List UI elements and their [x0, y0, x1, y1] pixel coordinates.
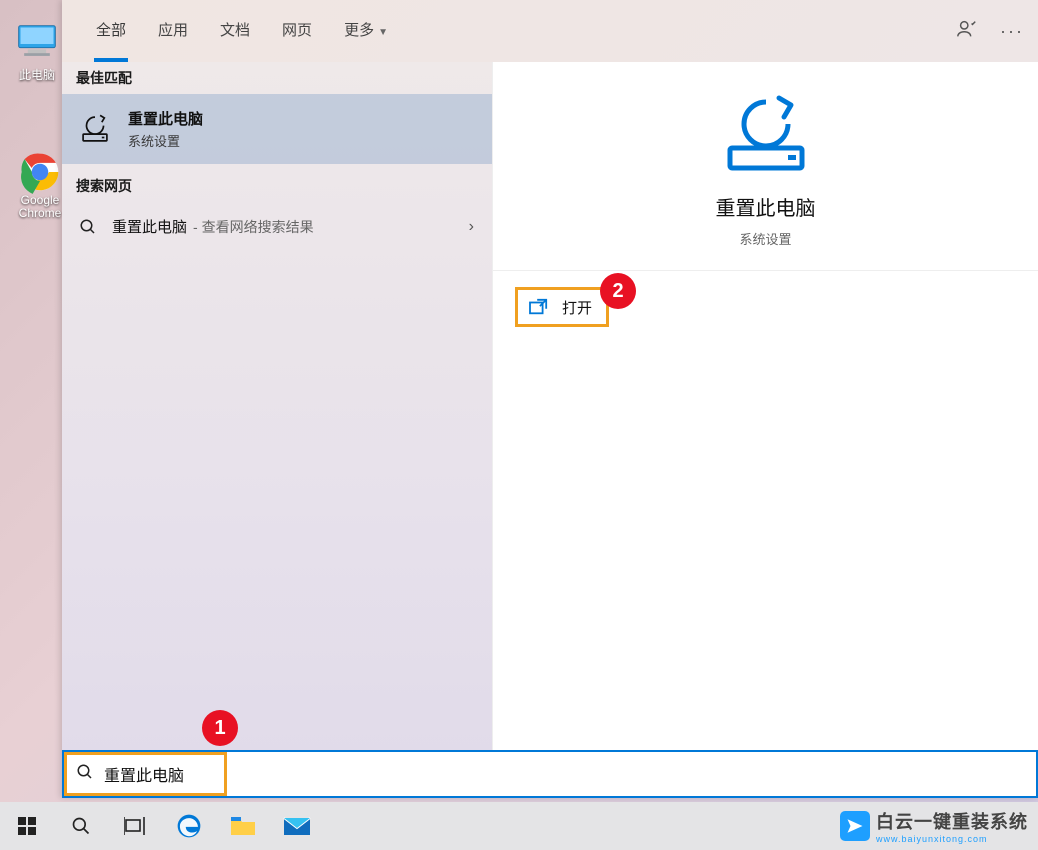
preview-column: 重置此电脑 系统设置 打开 — [492, 62, 1038, 798]
section-web-search: 搜索网页 — [62, 170, 492, 202]
tab-docs[interactable]: 文档 — [204, 0, 266, 62]
watermark: 白云一键重装系统 www.baiyunxitong.com — [840, 808, 1028, 844]
web-search-title: 重置此电脑 — [112, 216, 187, 237]
pc-icon — [15, 22, 59, 62]
section-best-match: 最佳匹配 — [62, 62, 492, 94]
search-input[interactable] — [104, 754, 1036, 794]
taskbar-edge[interactable] — [162, 802, 216, 850]
reset-pc-icon — [76, 110, 114, 148]
annotation-marker-1: 1 — [202, 710, 238, 746]
start-button[interactable] — [0, 802, 54, 850]
chevron-down-icon: ▼ — [378, 27, 388, 38]
more-options-icon[interactable]: ··· — [1000, 21, 1024, 42]
web-search-item[interactable]: 重置此电脑 - 查看网络搜索结果 › — [62, 202, 492, 251]
tab-label: 全部 — [96, 22, 126, 39]
preview-subtitle: 系统设置 — [493, 229, 1038, 248]
chrome-icon — [18, 150, 62, 190]
task-view-button[interactable] — [108, 802, 162, 850]
search-tabs: 全部 应用 文档 网页 更多 ▼ ··· — [62, 0, 1038, 62]
search-panel: 全部 应用 文档 网页 更多▼ ··· 最佳匹配 重置此电脑 系统设置 搜索网 — [62, 0, 1038, 798]
desktop-icon-label: Google Chrome — [12, 194, 68, 220]
taskbar-mail[interactable] — [270, 802, 324, 850]
results-column: 最佳匹配 重置此电脑 系统设置 搜索网页 重置此电脑 - 查看网络搜索结果 › — [62, 62, 492, 798]
open-external-icon — [528, 298, 550, 316]
desktop-icon-this-pc[interactable]: 此电脑 — [12, 22, 62, 83]
best-match-title: 重置此电脑 — [128, 108, 203, 129]
web-search-subtitle: - 查看网络搜索结果 — [193, 217, 314, 237]
tab-label: 文档 — [220, 22, 250, 39]
divider — [493, 270, 1038, 271]
search-bar[interactable] — [62, 750, 1038, 798]
tab-apps[interactable]: 应用 — [142, 0, 204, 62]
tab-more[interactable]: 更多 ▼ — [328, 0, 404, 62]
tab-all[interactable]: 全部 — [80, 0, 142, 62]
annotation-marker-2: 2 — [600, 273, 636, 309]
open-label: 打开 — [562, 297, 592, 318]
preview-reset-pc-icon — [716, 94, 816, 174]
feedback-icon[interactable] — [956, 18, 978, 45]
tab-label: 更多 — [344, 22, 374, 39]
desktop-icon-chrome[interactable]: Google Chrome — [12, 150, 68, 220]
watermark-badge-icon — [840, 811, 870, 841]
chevron-right-icon: › — [469, 218, 474, 236]
best-match-subtitle: 系统设置 — [128, 131, 203, 150]
desktop-icon-label: 此电脑 — [19, 68, 55, 82]
tab-label: 应用 — [158, 22, 188, 39]
taskbar-file-explorer[interactable] — [216, 802, 270, 850]
tab-label: 网页 — [282, 22, 312, 39]
best-match-item[interactable]: 重置此电脑 系统设置 — [62, 94, 492, 164]
search-icon — [76, 763, 94, 786]
preview-title: 重置此电脑 — [493, 192, 1038, 221]
watermark-url: www.baiyunxitong.com — [876, 834, 1028, 844]
tab-web[interactable]: 网页 — [266, 0, 328, 62]
open-action[interactable]: 打开 — [515, 287, 609, 327]
taskbar-search-button[interactable] — [54, 802, 108, 850]
watermark-title: 白云一键重装系统 — [876, 812, 1028, 832]
search-icon — [76, 218, 100, 236]
